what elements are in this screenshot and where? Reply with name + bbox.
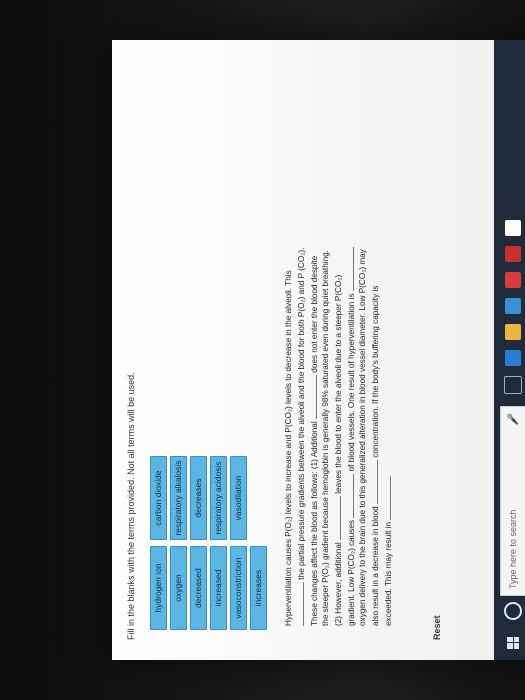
passage-text: of blood vessels. One result of <box>347 361 356 472</box>
answer-blank[interactable] <box>307 375 317 420</box>
passage-text: oxygen delivery to the brain due to this… <box>358 396 367 626</box>
microphone-icon[interactable]: 🎤 <box>508 413 519 425</box>
term-chip[interactable]: hydrogen ion <box>150 546 167 630</box>
answer-blank[interactable] <box>368 460 378 505</box>
edge-icon[interactable] <box>505 350 521 366</box>
windows-logo-icon <box>507 637 519 649</box>
instructions-text: Fill in the blanks with the terms provid… <box>126 372 136 640</box>
term-chip[interactable]: decreased <box>190 546 207 630</box>
passage-text: Hyperventilation causes P(O₂) levels to … <box>284 270 293 626</box>
app-icon[interactable] <box>505 246 521 262</box>
windows-taskbar: Type here to search 🎤 <box>494 40 525 660</box>
term-chip[interactable]: increased <box>210 546 227 630</box>
reset-button[interactable]: Reset <box>432 615 442 640</box>
search-placeholder: Type here to search <box>508 509 518 589</box>
quiz-content: Fill in the blanks with the terms provid… <box>112 40 494 660</box>
task-view-icon[interactable] <box>504 376 522 394</box>
file-explorer-icon[interactable] <box>505 324 521 340</box>
term-chip[interactable]: oxygen <box>170 546 187 630</box>
passage-text: hyperventilation is <box>347 293 356 359</box>
taskbar-search[interactable]: Type here to search 🎤 <box>500 406 525 596</box>
app-icon[interactable] <box>505 220 521 236</box>
term-chip[interactable]: decreases <box>190 456 207 540</box>
cortana-icon[interactable] <box>504 602 522 620</box>
answer-blank[interactable] <box>331 495 341 540</box>
start-button[interactable] <box>494 626 525 660</box>
term-chip[interactable]: vasodilation <box>230 456 247 540</box>
word-bank: hydrogen ion carbon dioxide oxygen respi… <box>150 60 267 630</box>
taskbar-apps <box>504 220 522 394</box>
office-icon[interactable] <box>505 272 521 288</box>
monitor-screen: Fill in the blanks with the terms provid… <box>112 40 525 660</box>
answer-blank[interactable] <box>344 247 354 292</box>
passage: Hyperventilation causes P(O₂) levels to … <box>283 246 394 626</box>
passage-text: leaves the blood to enter the alveoli du… <box>334 333 343 494</box>
term-chip[interactable]: respiratory alkalosis <box>170 456 187 540</box>
term-chip[interactable]: respiratory acidosis <box>210 456 227 540</box>
store-icon[interactable] <box>505 298 521 314</box>
answer-blank[interactable] <box>381 475 391 520</box>
term-chip[interactable]: vasoconstriction <box>230 546 247 630</box>
term-chip[interactable]: increases <box>250 546 267 630</box>
answer-blank[interactable] <box>294 582 304 626</box>
passage-text: does not enter the <box>310 306 319 373</box>
passage-text: the partial pressure gradients between t… <box>297 273 306 580</box>
answer-blank[interactable] <box>344 473 354 518</box>
term-chip[interactable]: carbon dioxide <box>150 456 167 540</box>
